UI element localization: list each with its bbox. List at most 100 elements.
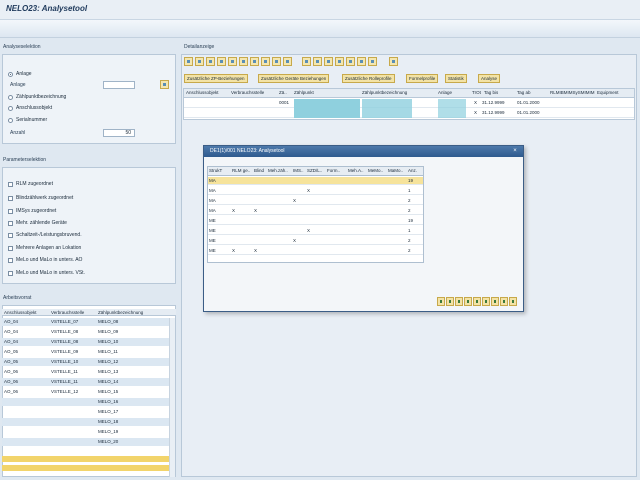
radio-serialnummer[interactable]: Serialnummer bbox=[8, 117, 47, 123]
checkbox[interactable] bbox=[8, 181, 13, 187]
anlage-input[interactable] bbox=[103, 81, 135, 89]
radio-button[interactable] bbox=[8, 71, 13, 77]
radio-button[interactable] bbox=[8, 105, 13, 111]
analyse-button[interactable]: Analyse bbox=[478, 74, 501, 83]
list-item[interactable]: AO_06 VSTELLE_12 MELO_15 bbox=[2, 388, 169, 396]
cell: 1 bbox=[408, 228, 411, 233]
table-row[interactable]: ME X X 2 bbox=[208, 247, 423, 255]
formelprofile-button[interactable]: Formelprofile bbox=[406, 74, 439, 83]
checkbox[interactable] bbox=[8, 195, 13, 201]
check-mehrere-anlagen[interactable]: Mehrere Anlagen an Lokation bbox=[8, 245, 81, 251]
table-row[interactable]: MA X X 2 bbox=[208, 207, 423, 215]
av-scrollbar[interactable] bbox=[169, 318, 175, 477]
selected-row-highlight[interactable] bbox=[2, 465, 169, 471]
anlage-field-label: Anlage bbox=[10, 82, 26, 88]
sum-icon[interactable] bbox=[261, 57, 270, 66]
cell: 1 bbox=[408, 188, 411, 193]
check-schaltzeit[interactable]: Schaltzeit-/Leistungsbruvend. bbox=[8, 232, 82, 238]
table-row[interactable]: ME 19 bbox=[208, 217, 423, 225]
statistik-button[interactable]: Statistik bbox=[445, 74, 467, 83]
check-melo-ao[interactable]: MeLo und MaLo in unters. AO bbox=[8, 257, 82, 263]
checkbox[interactable] bbox=[8, 245, 13, 251]
cell: 2 bbox=[408, 208, 411, 213]
layout-icon[interactable] bbox=[509, 297, 517, 306]
close-icon[interactable]: × bbox=[511, 147, 519, 155]
selected-row-highlight[interactable] bbox=[2, 456, 169, 462]
table-row[interactable]: MA 19 bbox=[208, 177, 423, 185]
radio-anlage[interactable]: Anlage bbox=[8, 71, 32, 77]
details-icon[interactable] bbox=[283, 57, 292, 66]
list-item[interactable]: MELO_16 bbox=[2, 398, 169, 406]
sum-icon[interactable] bbox=[482, 297, 490, 306]
radio-label: Zählpunktbezeichnung bbox=[16, 94, 67, 100]
cell: MA bbox=[209, 188, 216, 193]
av-col-zaehlpunkt: Zählpunktbezeichnung bbox=[98, 310, 144, 315]
checkbox[interactable] bbox=[8, 208, 13, 214]
radio-anschlussobjekt[interactable]: Anschlussobjekt bbox=[8, 105, 52, 111]
sort-ascending-icon[interactable] bbox=[228, 57, 237, 66]
list-item[interactable]: AO_04 VSTELLE_08 MELO_09 bbox=[2, 328, 169, 336]
table-row[interactable]: ME X 1 bbox=[208, 227, 423, 235]
export-icon[interactable] bbox=[313, 57, 322, 66]
filter-icon[interactable] bbox=[250, 57, 259, 66]
filter-icon[interactable] bbox=[473, 297, 481, 306]
check-rlm[interactable]: RLM zugeordnet bbox=[8, 181, 53, 187]
sort-descending-icon[interactable] bbox=[239, 57, 248, 66]
masked-cell bbox=[362, 99, 412, 118]
list-item[interactable]: AO_04 VSTELLE_08 MELO_10 bbox=[2, 338, 169, 346]
radio-button[interactable] bbox=[8, 117, 13, 123]
list-item[interactable]: MELO_17 bbox=[2, 408, 169, 416]
checkbox[interactable] bbox=[8, 232, 13, 238]
print-icon[interactable] bbox=[500, 297, 508, 306]
export-icon[interactable] bbox=[491, 297, 499, 306]
check-blind[interactable]: Blindzählwerk zugeordnet bbox=[8, 195, 73, 201]
list-item[interactable]: MELO_20 bbox=[2, 438, 169, 446]
zp-beziehungen-button[interactable]: Zusätzliche ZP-Beziehungen bbox=[184, 74, 248, 83]
select-layout-icon[interactable] bbox=[357, 57, 366, 66]
table-row[interactable]: MA X 2 bbox=[208, 197, 423, 205]
info-icon[interactable] bbox=[389, 57, 398, 66]
table-row[interactable]: MA X 1 bbox=[208, 187, 423, 195]
last-page-icon[interactable] bbox=[217, 57, 226, 66]
list-item[interactable]: AO_04 VSTELLE_07 MELO_08 bbox=[2, 318, 169, 326]
checkbox[interactable] bbox=[8, 270, 13, 276]
next-icon[interactable] bbox=[206, 57, 215, 66]
check-imsys[interactable]: IMSys zugeordnet bbox=[8, 208, 56, 214]
list-item[interactable]: AO_06 VSTELLE_11 MELO_13 bbox=[2, 368, 169, 376]
details-icon[interactable] bbox=[446, 297, 454, 306]
list-item[interactable]: MELO_18 bbox=[2, 418, 169, 426]
rolleprofile-button[interactable]: Zusätzliche Rolleprofile bbox=[342, 74, 395, 83]
anzahl-input[interactable]: 50 bbox=[103, 129, 135, 137]
cell: MA bbox=[209, 208, 216, 213]
search-help-icon[interactable] bbox=[160, 80, 169, 89]
word-icon[interactable] bbox=[335, 57, 344, 66]
check-mehr-geraete[interactable]: Mehr. zählende Geräte bbox=[8, 220, 67, 226]
button-label: Zusätzliche ZP-Beziehungen bbox=[187, 76, 245, 81]
list-item[interactable]: AO_05 VSTELLE_10 MELO_12 bbox=[2, 358, 169, 366]
confirm-icon[interactable] bbox=[437, 297, 445, 306]
list-item[interactable]: MELO_19 bbox=[2, 428, 169, 436]
print-icon[interactable] bbox=[302, 57, 311, 66]
cell: X bbox=[293, 238, 297, 243]
layout-icon[interactable] bbox=[346, 57, 355, 66]
dialog-grid: StrukT RLM ge.. Blind Meh.zäh.. IMS.. SZD/L..… bbox=[207, 166, 424, 263]
checkbox[interactable] bbox=[8, 257, 13, 263]
cell: MELO_09 bbox=[98, 329, 119, 334]
radio-zaehlpunkt[interactable]: Zählpunktbezeichnung bbox=[8, 94, 66, 100]
sort-ascending-icon[interactable] bbox=[455, 297, 463, 306]
list-item[interactable]: AO_05 VSTELLE_09 MELO_11 bbox=[2, 348, 169, 356]
prev-icon[interactable] bbox=[195, 57, 204, 66]
radio-button[interactable] bbox=[8, 94, 13, 100]
first-page-icon[interactable] bbox=[184, 57, 193, 66]
title-bar: NELO23: Analysetool bbox=[0, 0, 640, 20]
checkbox[interactable] bbox=[8, 220, 13, 226]
check-melo-vst[interactable]: MeLo und MaLo in unters. VSt. bbox=[8, 270, 85, 276]
list-item[interactable]: AO_06 VSTELLE_11 MELO_14 bbox=[2, 378, 169, 386]
table-row[interactable]: ME X 2 bbox=[208, 237, 423, 245]
sort-descending-icon[interactable] bbox=[464, 297, 472, 306]
geraete-beziehungen-button[interactable]: Zusätzliche Geräte Beziehungen bbox=[258, 74, 330, 83]
subtotal-icon[interactable] bbox=[272, 57, 281, 66]
spreadsheet-icon[interactable] bbox=[324, 57, 333, 66]
radio-label: Anschlussobjekt bbox=[16, 105, 53, 111]
save-layout-icon[interactable] bbox=[368, 57, 377, 66]
